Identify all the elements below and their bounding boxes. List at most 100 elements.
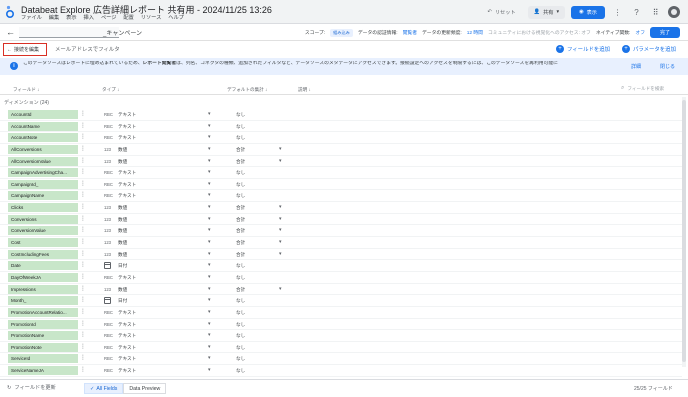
chevron-down-icon[interactable]: ▾ (208, 308, 211, 317)
field-type[interactable]: テキスト (118, 181, 136, 189)
field-type[interactable]: テキスト (118, 367, 136, 375)
field-aggregation[interactable]: なし (236, 111, 245, 119)
field-type[interactable]: 日付 (118, 262, 127, 270)
field-aggregation[interactable]: なし (236, 262, 245, 270)
chevron-down-icon[interactable]: ▾ (208, 261, 211, 270)
field-type[interactable]: テキスト (118, 332, 136, 340)
banner-details-link[interactable]: 詳細 (631, 63, 641, 70)
more-vert-icon[interactable]: ⋮ (80, 308, 86, 317)
field-name[interactable]: Conversions (8, 214, 78, 224)
chevron-down-icon[interactable]: ▾ (208, 110, 211, 119)
field-name[interactable]: CampaignId_ (8, 179, 78, 189)
more-vert-icon[interactable]: ⋮ (80, 331, 86, 340)
scrollbar-thumb[interactable] (682, 100, 686, 362)
col-description[interactable]: 説明 ↓ (298, 87, 311, 93)
tab-data-preview[interactable]: Data Preview (123, 383, 167, 394)
field-type[interactable]: 数値 (118, 216, 127, 224)
chevron-down-icon[interactable]: ▾ (208, 296, 211, 305)
chevron-down-icon[interactable]: ▾ (208, 320, 211, 329)
field-aggregation[interactable]: 合計 (236, 227, 245, 235)
chevron-down-icon[interactable]: ▾ (208, 226, 211, 235)
field-name[interactable]: Impressions (8, 284, 78, 294)
menu-edit[interactable]: 編集 (49, 14, 59, 21)
chevron-down-icon[interactable]: ▾ (208, 191, 211, 200)
field-type[interactable]: 数値 (118, 204, 127, 212)
chevron-down-icon[interactable]: ▾ (279, 250, 282, 259)
field-aggregation[interactable]: なし (236, 309, 245, 317)
more-vert-icon[interactable]: ⋮ (80, 110, 86, 119)
field-type[interactable]: テキスト (118, 321, 136, 329)
more-vert-icon[interactable]: ⋮ (80, 168, 86, 177)
field-name[interactable]: PromotionId (8, 319, 78, 329)
back-arrow-icon[interactable]: ← (6, 27, 15, 37)
avatar[interactable] (668, 6, 680, 18)
chevron-down-icon[interactable]: ▾ (208, 145, 211, 154)
credentials-link[interactable]: 閲覧者 (403, 29, 417, 36)
field-name[interactable]: PromotionAccountRelatio... (8, 307, 78, 317)
freshness-link[interactable]: 12 時間 (467, 29, 483, 36)
field-aggregation[interactable]: なし (236, 123, 245, 131)
field-name[interactable]: AccountNote (8, 133, 78, 143)
view-button[interactable]: ◉ 表示 (571, 5, 605, 19)
chevron-down-icon[interactable]: ▾ (208, 331, 211, 340)
edit-connection-button[interactable]: ← 接続を編集 (3, 43, 47, 56)
chevron-down-icon[interactable]: ▾ (279, 226, 282, 235)
field-aggregation[interactable]: なし (236, 274, 245, 282)
chevron-down-icon[interactable]: ▾ (208, 215, 211, 224)
chevron-down-icon[interactable]: ▾ (279, 238, 282, 247)
field-type[interactable]: テキスト (118, 169, 136, 177)
more-vert-icon[interactable]: ⋮ (80, 343, 86, 352)
tab-all-fields[interactable]: ✓ All Fields (84, 383, 124, 394)
field-type[interactable]: テキスト (118, 123, 136, 131)
apps-grid-icon[interactable]: ⠿ (649, 6, 662, 19)
field-name[interactable]: ConversionValue (8, 226, 78, 236)
field-name[interactable]: PromotionName (8, 331, 78, 341)
field-aggregation[interactable]: なし (236, 192, 245, 200)
chevron-down-icon[interactable]: ▾ (208, 343, 211, 352)
more-vert-icon[interactable]: ⋮ (80, 296, 86, 305)
field-type[interactable]: 数値 (118, 239, 127, 247)
more-vert-icon[interactable]: ⋮ (80, 226, 86, 235)
field-name[interactable]: ServiceNameJA (8, 366, 78, 376)
banner-close-button[interactable]: 閉じる (660, 63, 675, 70)
field-aggregation[interactable]: なし (236, 134, 245, 142)
field-name[interactable]: PromotionNote (8, 342, 78, 352)
menu-arrange[interactable]: 配置 (123, 14, 133, 21)
chevron-down-icon[interactable]: ▾ (279, 285, 282, 294)
more-vert-icon[interactable]: ⋮ (80, 191, 86, 200)
field-name[interactable]: CostIncludingFees (8, 249, 78, 259)
help-icon[interactable]: ? (630, 6, 643, 19)
menu-view[interactable]: 表示 (66, 14, 76, 21)
field-name[interactable]: AllConversionValue (8, 156, 78, 166)
more-vert-icon[interactable]: ⋮ (80, 133, 86, 142)
field-type[interactable]: テキスト (118, 274, 136, 282)
field-aggregation[interactable]: 合計 (236, 251, 245, 259)
chevron-down-icon[interactable]: ▾ (208, 180, 211, 189)
share-button[interactable]: 👤 共有 ▾ (527, 5, 566, 19)
more-vert-icon[interactable]: ⋮ (80, 157, 86, 166)
field-aggregation[interactable]: 合計 (236, 239, 245, 247)
reset-button[interactable]: ↶ リセット (481, 6, 521, 19)
more-vert-icon[interactable]: ⋮ (80, 180, 86, 189)
chevron-down-icon[interactable]: ▾ (208, 157, 211, 166)
field-aggregation[interactable]: 合計 (236, 204, 245, 212)
add-field-button[interactable]: + フィールドを追加 (556, 45, 610, 53)
field-aggregation[interactable]: なし (236, 297, 245, 305)
chevron-down-icon[interactable]: ▾ (208, 250, 211, 259)
chevron-down-icon[interactable]: ▾ (279, 157, 282, 166)
col-type[interactable]: タイプ ↓ (102, 87, 119, 93)
field-name[interactable]: AllConversions (8, 144, 78, 154)
more-vert-icon[interactable]: ⋮ (80, 238, 86, 247)
chevron-down-icon[interactable]: ▾ (279, 203, 282, 212)
scope-chip[interactable]: 組み込み (330, 28, 353, 37)
field-name[interactable]: Date (8, 261, 78, 271)
more-vert-icon[interactable]: ⋮ (80, 215, 86, 224)
field-name[interactable]: Cost (8, 238, 78, 248)
chevron-down-icon[interactable]: ▾ (208, 285, 211, 294)
field-aggregation[interactable]: なし (236, 181, 245, 189)
col-field[interactable]: フィールド ↓ (13, 87, 39, 93)
more-vert-icon[interactable]: ⋮ (80, 261, 86, 270)
field-type[interactable]: テキスト (118, 309, 136, 317)
menu-insert[interactable]: 挿入 (84, 14, 94, 21)
chevron-down-icon[interactable]: ▾ (208, 273, 211, 282)
